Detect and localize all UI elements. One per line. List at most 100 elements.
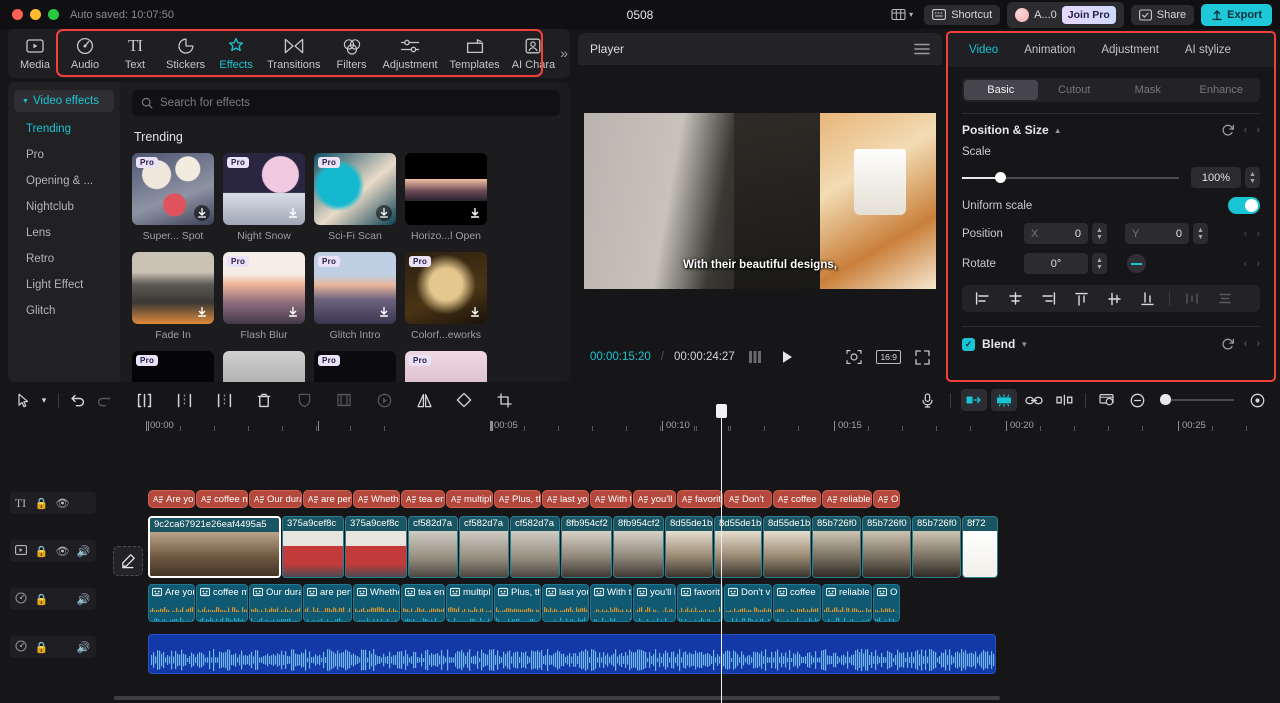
rotate-dial[interactable] (1127, 254, 1146, 273)
crop-frame-icon[interactable] (331, 389, 357, 411)
next-keyframe-button[interactable]: › (1256, 124, 1260, 136)
text-clip[interactable]: Atea en (401, 490, 445, 508)
effect-thumbnail[interactable]: Pro (405, 252, 487, 324)
effect-card[interactable]: Pro Sci-Fi Scan (314, 153, 396, 242)
prev-keyframe-button[interactable]: ‹ (1244, 228, 1248, 240)
share-button[interactable]: Share (1131, 5, 1194, 25)
effect-thumbnail[interactable] (132, 252, 214, 324)
sidebar-item-opening[interactable]: Opening & ... (8, 168, 120, 194)
effect-card[interactable]: Pro (314, 351, 396, 382)
lock-icon[interactable]: 🔒 (31, 641, 52, 654)
audio-clip[interactable]: With th (590, 584, 632, 622)
video-clip-selected[interactable]: 9c2ca67921e26eaf4495a5 (148, 516, 281, 578)
align-left-icon[interactable] (967, 288, 998, 310)
download-icon[interactable] (376, 304, 392, 320)
prev-keyframe-button[interactable]: ‹ (1244, 124, 1248, 136)
mask-icon[interactable] (291, 389, 317, 411)
delete-icon[interactable] (251, 389, 277, 411)
text-clip[interactable]: ADon't (724, 490, 772, 508)
download-icon[interactable] (285, 205, 301, 221)
effect-thumbnail[interactable]: Pro (132, 153, 214, 225)
fullscreen-icon[interactable] (915, 350, 930, 365)
distribute-horizontal-icon[interactable] (1176, 288, 1207, 310)
snapshot-icon[interactable] (846, 349, 862, 365)
next-keyframe-button[interactable]: › (1256, 338, 1260, 350)
group-position-size-header[interactable]: Position & Size ▲ ‹ › (948, 114, 1274, 137)
video-clip[interactable]: cf582d7a (459, 516, 509, 578)
tab-ai-character[interactable]: AI Chara (506, 34, 561, 74)
audio-clip[interactable]: favorit (677, 584, 723, 622)
zoom-slider-knob[interactable] (1160, 394, 1171, 405)
effect-thumbnail[interactable]: Pro (223, 252, 305, 324)
account-button[interactable]: A...0 Join Pro (1007, 2, 1124, 28)
undo-icon[interactable] (65, 389, 91, 411)
timeline-scrollbar[interactable] (114, 696, 1000, 700)
mirror-icon[interactable] (411, 389, 437, 411)
audio-clip[interactable]: Don't v (724, 584, 772, 622)
tab-transitions[interactable]: Transitions (261, 34, 326, 74)
link-icon[interactable] (1021, 389, 1047, 411)
eye-icon[interactable]: 👁 (52, 497, 73, 510)
audio-clip[interactable]: Our durab (249, 584, 302, 622)
text-clip[interactable]: AOur durab (249, 490, 302, 508)
rotate-value[interactable]: 0° (1024, 253, 1088, 274)
freeze-frame-icon[interactable] (371, 389, 397, 411)
download-icon[interactable] (194, 205, 210, 221)
playhead-handle[interactable] (716, 404, 727, 418)
aspect-ratio-button[interactable]: 16:9 (876, 350, 901, 364)
segment-basic[interactable]: Basic (964, 80, 1038, 100)
timeline-tracks[interactable]: AAre you tiAcoffee muAOur durabAare perf… (110, 438, 1280, 703)
prev-keyframe-button[interactable]: ‹ (1244, 338, 1248, 350)
sidebar-item-lens[interactable]: Lens (8, 220, 120, 246)
crop-icon[interactable] (491, 389, 517, 411)
sidebar-item-trending[interactable]: Trending (8, 116, 120, 142)
align-center-horizontal-icon[interactable] (1000, 288, 1031, 310)
position-y-field[interactable]: Y 0 (1125, 223, 1189, 244)
effect-card[interactable]: Fade In (132, 252, 214, 341)
chevron-down-icon[interactable]: ▾ (36, 389, 52, 411)
text-clip[interactable]: Ayou'll (633, 490, 676, 508)
position-y-stepper[interactable]: ▲▼ (1193, 223, 1208, 244)
align-top-icon[interactable] (1066, 288, 1097, 310)
close-window-button[interactable] (12, 9, 23, 20)
video-clip[interactable]: 85b726f0 (812, 516, 861, 578)
audio-clip[interactable]: multipl (446, 584, 493, 622)
eye-icon[interactable]: 👁 (52, 545, 73, 558)
minimize-window-button[interactable] (30, 9, 41, 20)
text-clip[interactable]: Acoffee (773, 490, 821, 508)
video-preview[interactable]: With their beautiful designs, (584, 113, 936, 289)
smart-cut-icon[interactable] (991, 389, 1017, 411)
tab-adjustment[interactable]: Adjustment (1088, 38, 1172, 62)
zoom-out-icon[interactable] (1124, 389, 1150, 411)
lock-icon[interactable]: 🔒 (31, 593, 52, 606)
play-icon[interactable] (781, 350, 794, 364)
segment-enhance[interactable]: Enhance (1185, 80, 1259, 100)
effect-card[interactable]: Pro Super... Spot (132, 153, 214, 242)
download-icon[interactable] (467, 304, 483, 320)
lock-icon[interactable]: 🔒 (31, 497, 52, 510)
text-clip[interactable]: Afavorit (677, 490, 723, 508)
frames-icon[interactable] (749, 351, 765, 363)
effect-thumbnail[interactable] (223, 351, 305, 382)
scale-slider[interactable] (962, 177, 1179, 179)
download-icon[interactable] (467, 205, 483, 221)
search-input[interactable]: Search for effects (132, 90, 560, 116)
text-clip[interactable]: AAre you ti (148, 490, 195, 508)
download-icon[interactable] (376, 205, 392, 221)
sidebar-item-retro[interactable]: Retro (8, 246, 120, 272)
audio-clip[interactable]: reliable (822, 584, 872, 622)
speaker-icon[interactable]: 🔊 (73, 641, 94, 654)
video-clip[interactable]: 375a9cef8c (345, 516, 407, 578)
position-x-stepper[interactable]: ▲▼ (1092, 223, 1107, 244)
sidebar-item-light-effect[interactable]: Light Effect (8, 272, 120, 298)
tab-animation[interactable]: Animation (1011, 38, 1088, 62)
align-middle-vertical-icon[interactable] (1099, 288, 1130, 310)
window-controls[interactable]: Auto saved: 10:07:50 (0, 9, 174, 21)
text-clip[interactable]: Acoffee mu (196, 490, 248, 508)
effect-card[interactable]: Pro Night Snow (223, 153, 305, 242)
reset-icon[interactable] (1221, 123, 1235, 137)
scale-value[interactable]: 100% (1191, 167, 1241, 188)
effect-thumbnail[interactable]: Pro (223, 153, 305, 225)
video-clip[interactable]: 8d55de1b (763, 516, 811, 578)
effect-card[interactable] (223, 351, 305, 382)
